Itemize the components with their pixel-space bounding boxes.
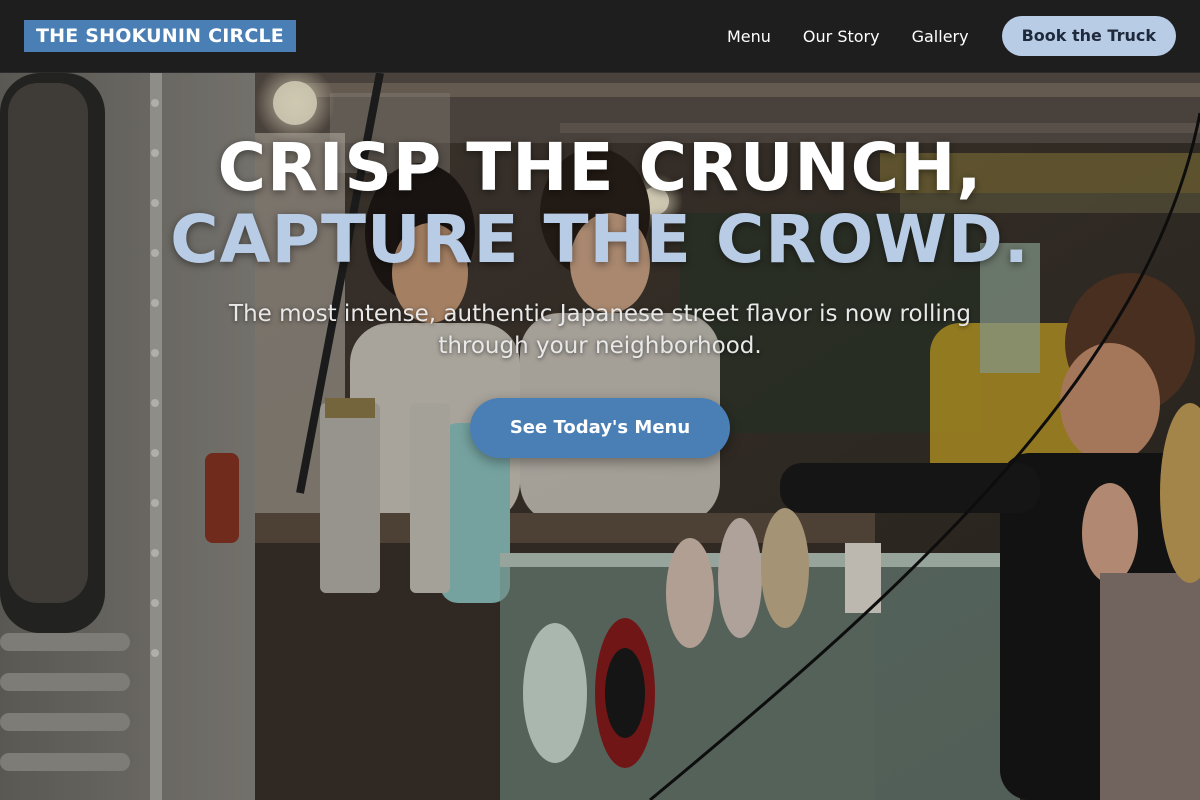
nav-link-menu[interactable]: Menu (727, 27, 771, 46)
headline-line-1: CRISP THE CRUNCH, (217, 129, 983, 206)
landing-page: THE SHOKUNIN CIRCLE Menu Our Story Galle… (0, 0, 1200, 800)
hero-headline: CRISP THE CRUNCH, CAPTURE THE CROWD. (150, 132, 1050, 276)
hero-subtext: The most intense, authentic Japanese str… (229, 301, 971, 359)
site-navbar: THE SHOKUNIN CIRCLE Menu Our Story Galle… (0, 0, 1200, 73)
book-truck-button[interactable]: Book the Truck (1001, 16, 1176, 56)
hero-content: CRISP THE CRUNCH, CAPTURE THE CROWD. The… (0, 132, 1200, 458)
nav-link-our-story[interactable]: Our Story (803, 27, 880, 46)
headline-line-2: CAPTURE THE CROWD. (170, 201, 1030, 278)
see-menu-button[interactable]: See Today's Menu (470, 398, 730, 458)
nav-links: Menu Our Story Gallery Book the Truck (727, 0, 1176, 72)
brand-logo[interactable]: THE SHOKUNIN CIRCLE (24, 20, 296, 52)
nav-link-gallery[interactable]: Gallery (912, 27, 969, 46)
